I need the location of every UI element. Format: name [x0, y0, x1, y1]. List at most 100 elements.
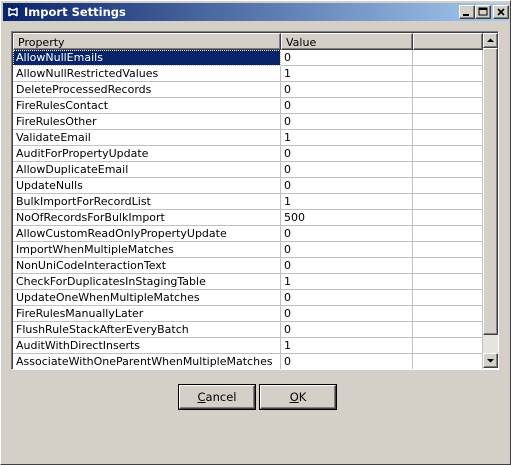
- property-value-cell[interactable]: 0: [281, 306, 413, 322]
- property-name-cell[interactable]: AllowCustomReadOnlyPropertyUpdate: [13, 226, 281, 242]
- property-value-cell[interactable]: 1: [281, 66, 413, 82]
- table-row[interactable]: AllowNullEmails 0: [13, 50, 483, 66]
- table-row[interactable]: AllowDuplicateEmail 0: [13, 162, 483, 178]
- cancel-button-mnemonic: C: [197, 390, 206, 404]
- empty-cell: [413, 210, 483, 226]
- property-value-cell[interactable]: 0: [281, 98, 413, 114]
- property-value-cell[interactable]: 0: [281, 178, 413, 194]
- vertical-scrollbar[interactable]: [483, 33, 498, 368]
- table-row[interactable]: AuditWithDirectInserts 1: [13, 338, 483, 354]
- ok-button[interactable]: OK: [260, 385, 336, 409]
- property-name-cell[interactable]: NoOfRecordsForBulkImport: [13, 210, 281, 226]
- property-value-cell[interactable]: 0: [281, 162, 413, 178]
- property-value-cell[interactable]: 0: [281, 226, 413, 242]
- table-row[interactable]: UpdateOneWhenMultipleMatches 0: [13, 290, 483, 306]
- property-name-cell[interactable]: ValidateEmail: [13, 130, 281, 146]
- property-name-cell[interactable]: AssociateWithOneParentWhenMultipleMatche…: [13, 354, 281, 369]
- table-row[interactable]: AuditForPropertyUpdate 0: [13, 146, 483, 162]
- property-name-cell[interactable]: FireRulesManuallyLater: [13, 306, 281, 322]
- empty-cell: [413, 322, 483, 338]
- property-value-cell[interactable]: 0: [281, 242, 413, 258]
- table-row[interactable]: BulkImportForRecordList 1: [13, 194, 483, 210]
- cancel-button[interactable]: Cancel: [179, 385, 255, 409]
- column-header-empty[interactable]: [413, 33, 483, 50]
- table-row[interactable]: FlushRuleStackAfterEveryBatch 0: [13, 322, 483, 338]
- table-row[interactable]: FireRulesManuallyLater 0: [13, 306, 483, 322]
- empty-cell: [413, 162, 483, 178]
- maximize-icon: [478, 7, 488, 16]
- property-name-cell[interactable]: AllowNullEmails: [13, 50, 281, 66]
- property-value-cell[interactable]: 0: [281, 258, 413, 274]
- empty-cell: [413, 50, 483, 66]
- empty-cell: [413, 338, 483, 354]
- table-row[interactable]: AssociateWithOneParentWhenMultipleMatche…: [13, 354, 483, 369]
- property-value-cell[interactable]: 1: [281, 130, 413, 146]
- table-row[interactable]: FireRulesContact 0: [13, 98, 483, 114]
- property-value-cell[interactable]: 0: [281, 146, 413, 162]
- table-row[interactable]: NonUniCodeInteractionText 0: [13, 258, 483, 274]
- minimize-icon: [463, 14, 469, 16]
- table-row[interactable]: FireRulesOther 0: [13, 114, 483, 130]
- empty-cell: [413, 130, 483, 146]
- property-value-cell[interactable]: 1: [281, 274, 413, 290]
- maximize-button[interactable]: [475, 5, 491, 19]
- empty-cell: [413, 242, 483, 258]
- column-header-property[interactable]: Property: [13, 33, 281, 50]
- property-value-cell[interactable]: 500: [281, 210, 413, 226]
- property-name-cell[interactable]: UpdateNulls: [13, 178, 281, 194]
- property-name-cell[interactable]: FireRulesContact: [13, 98, 281, 114]
- property-name-cell[interactable]: BulkImportForRecordList: [13, 194, 281, 210]
- app-logo-icon: [6, 5, 20, 19]
- column-header-value[interactable]: Value: [281, 33, 413, 50]
- arrow-down-icon: [487, 359, 494, 363]
- empty-cell: [413, 146, 483, 162]
- property-name-cell[interactable]: AuditForPropertyUpdate: [13, 146, 281, 162]
- empty-cell: [413, 306, 483, 322]
- import-settings-window: Import Settings Property Value AllowNull…: [0, 0, 511, 465]
- property-value-cell[interactable]: 0: [281, 322, 413, 338]
- property-value-cell[interactable]: 1: [281, 194, 413, 210]
- property-value-cell[interactable]: 0: [281, 290, 413, 306]
- property-name-cell[interactable]: FireRulesOther: [13, 114, 281, 130]
- empty-cell: [413, 98, 483, 114]
- property-grid-inner: Property Value AllowNullEmails 0 AllowNull…: [12, 32, 498, 369]
- table-row[interactable]: AllowCustomReadOnlyPropertyUpdate 0: [13, 226, 483, 242]
- property-name-cell[interactable]: CheckForDuplicatesInStagingTable: [13, 274, 281, 290]
- property-name-cell[interactable]: NonUniCodeInteractionText: [13, 258, 281, 274]
- empty-cell: [413, 82, 483, 98]
- table-row[interactable]: UpdateNulls 0: [13, 178, 483, 194]
- table-row[interactable]: CheckForDuplicatesInStagingTable 1: [13, 274, 483, 290]
- property-name-cell[interactable]: AllowDuplicateEmail: [13, 162, 281, 178]
- empty-cell: [413, 178, 483, 194]
- table-row[interactable]: ImportWhenMultipleMatches 0: [13, 242, 483, 258]
- property-value-cell[interactable]: 0: [281, 114, 413, 130]
- minimize-button[interactable]: [459, 5, 475, 19]
- property-value-cell[interactable]: 0: [281, 50, 413, 66]
- close-button[interactable]: [493, 5, 509, 19]
- grid-header: Property Value: [13, 33, 483, 50]
- table-row[interactable]: DeleteProcessedRecords 0: [13, 82, 483, 98]
- empty-cell: [413, 194, 483, 210]
- property-value-cell[interactable]: 0: [281, 354, 413, 369]
- empty-cell: [413, 114, 483, 130]
- property-name-cell[interactable]: DeleteProcessedRecords: [13, 82, 281, 98]
- window-title: Import Settings: [24, 5, 126, 19]
- scroll-down-button[interactable]: [483, 353, 498, 368]
- table-row[interactable]: NoOfRecordsForBulkImport 500: [13, 210, 483, 226]
- property-name-cell[interactable]: FlushRuleStackAfterEveryBatch: [13, 322, 281, 338]
- property-name-cell[interactable]: AuditWithDirectInserts: [13, 338, 281, 354]
- property-name-cell[interactable]: ImportWhenMultipleMatches: [13, 242, 281, 258]
- property-value-cell[interactable]: 0: [281, 82, 413, 98]
- property-value-cell[interactable]: 1: [281, 338, 413, 354]
- property-name-cell[interactable]: UpdateOneWhenMultipleMatches: [13, 290, 281, 306]
- property-name-cell[interactable]: AllowNullRestrictedValues: [13, 66, 281, 82]
- property-grid: Property Value AllowNullEmails 0 AllowNull…: [11, 31, 499, 370]
- scroll-up-button[interactable]: [483, 33, 498, 48]
- title-bar[interactable]: Import Settings: [3, 3, 509, 21]
- arrow-up-icon: [487, 38, 494, 42]
- empty-cell: [413, 258, 483, 274]
- empty-cell: [413, 354, 483, 369]
- table-row[interactable]: ValidateEmail 1: [13, 130, 483, 146]
- table-row[interactable]: AllowNullRestrictedValues 1: [13, 66, 483, 82]
- scroll-thumb[interactable]: [483, 48, 498, 335]
